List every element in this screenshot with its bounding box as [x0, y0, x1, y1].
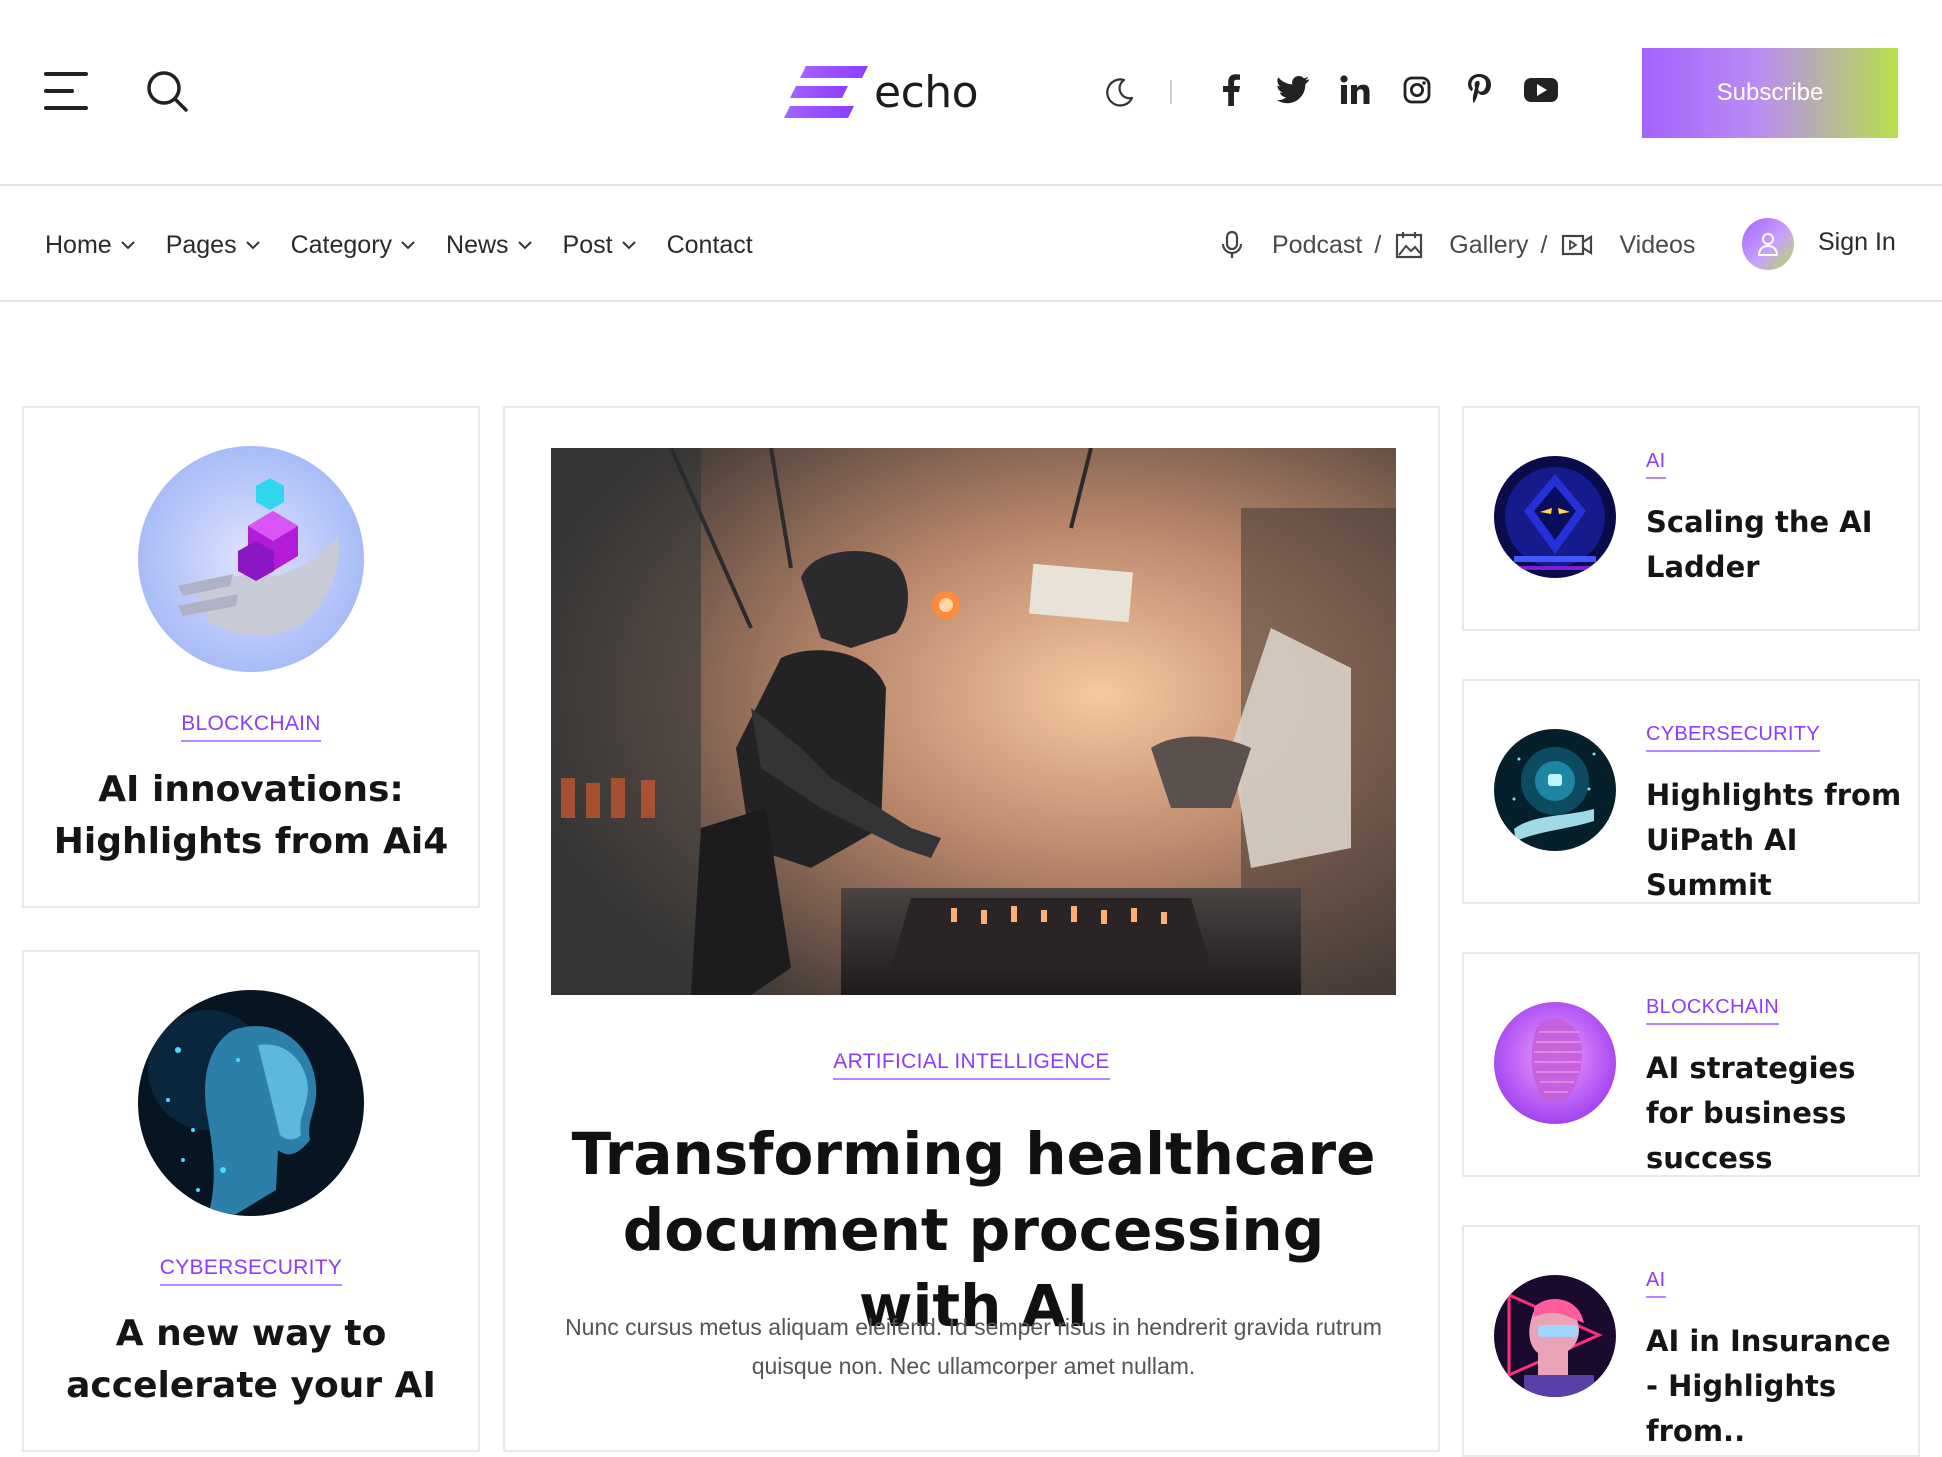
- chevron-down-icon: [401, 241, 415, 250]
- chevron-down-icon: [517, 241, 532, 250]
- gallery-link[interactable]: Gallery: [1395, 230, 1528, 260]
- category-link[interactable]: BLOCKCHAIN: [1646, 996, 1780, 1025]
- podcast-link[interactable]: Podcast: [1218, 230, 1362, 260]
- post-card: AI Scaling the AI Ladder: [1462, 406, 1920, 631]
- post-card: CYBERSECURITY A new way to accelerate yo…: [22, 950, 480, 1452]
- featured-post: ARTIFICIAL INTELLIGENCE Transforming hea…: [503, 406, 1440, 1452]
- nav-item-label: Home: [45, 230, 112, 259]
- moon-icon[interactable]: [1104, 76, 1136, 108]
- category-link[interactable]: ARTIFICIAL INTELLIGENCE: [833, 1050, 1110, 1080]
- podcast-label: Podcast: [1272, 230, 1363, 259]
- separator: /: [1540, 230, 1548, 259]
- menu-icon[interactable]: [44, 70, 88, 112]
- user-icon: [1757, 233, 1779, 256]
- video-camera-icon: [1562, 234, 1593, 256]
- post-card: BLOCKCHAIN AI strategies for business su…: [1462, 952, 1920, 1177]
- microphone-icon: [1221, 230, 1243, 258]
- nav-item-label: Post: [562, 230, 613, 259]
- site-logo[interactable]: echo: [784, 62, 979, 122]
- separator: /: [1374, 230, 1382, 259]
- post-card: BLOCKCHAIN AI innovations: Highlights fr…: [22, 406, 480, 908]
- nav-menu: Home Pages Category News Post Contact: [45, 188, 783, 302]
- post-card: CYBERSECURITY Highlights from UiPath AI …: [1462, 679, 1920, 904]
- post-title[interactable]: AI innovations: Highlights from Ai4: [24, 764, 478, 868]
- post-thumbnail[interactable]: [138, 990, 364, 1216]
- post-thumbnail[interactable]: [1494, 1002, 1616, 1124]
- nav-item-label: News: [446, 230, 509, 259]
- post-thumbnail[interactable]: [1494, 1275, 1616, 1397]
- featured-excerpt: Nunc cursus metus aliquam eleifend. Id s…: [565, 1314, 1382, 1379]
- top-header: echo Subscribe: [0, 0, 1942, 186]
- social-links: [1200, 70, 1572, 110]
- category-link[interactable]: AI: [1646, 1269, 1666, 1298]
- category-link[interactable]: BLOCKCHAIN: [181, 712, 321, 742]
- twitter-icon[interactable]: [1262, 70, 1324, 110]
- search-icon[interactable]: [144, 68, 190, 114]
- user-avatar[interactable]: [1742, 218, 1794, 270]
- header-divider: [1170, 80, 1172, 104]
- logo-text: echo: [874, 66, 979, 118]
- logo-mark-icon: [784, 66, 868, 118]
- nav-item-pages[interactable]: Pages: [166, 231, 261, 260]
- pinterest-icon[interactable]: [1448, 70, 1510, 110]
- nav-item-contact[interactable]: Contact: [667, 231, 753, 260]
- post-thumbnail[interactable]: [138, 446, 364, 672]
- videos-label: Videos: [1619, 230, 1696, 259]
- chevron-down-icon: [245, 241, 260, 250]
- post-title[interactable]: AI strategies for business success: [1646, 1046, 1906, 1181]
- main-nav: Home Pages Category News Post Contact Po…: [0, 188, 1942, 302]
- nav-item-news[interactable]: News: [446, 231, 533, 260]
- nav-item-post[interactable]: Post: [563, 231, 637, 260]
- instagram-icon[interactable]: [1386, 70, 1448, 110]
- subscribe-button[interactable]: Subscribe: [1642, 48, 1898, 138]
- nav-item-label: Pages: [165, 230, 237, 259]
- post-thumbnail[interactable]: [1494, 729, 1616, 851]
- gallery-icon: [1396, 232, 1423, 259]
- youtube-icon[interactable]: [1510, 70, 1572, 110]
- nav-item-home[interactable]: Home: [45, 231, 136, 260]
- category-link[interactable]: CYBERSECURITY: [159, 1256, 343, 1286]
- post-title[interactable]: A new way to accelerate your AI: [24, 1308, 478, 1412]
- nav-item-label: Category: [290, 230, 393, 259]
- nav-item-label: Contact: [666, 230, 753, 259]
- post-title[interactable]: AI in Insurance - Highlights from..: [1646, 1319, 1906, 1454]
- post-title[interactable]: Scaling the AI Ladder: [1646, 500, 1906, 590]
- post-card: AI AI in Insurance - Highlights from..: [1462, 1225, 1920, 1457]
- post-title[interactable]: Highlights from UiPath AI Summit: [1646, 773, 1906, 908]
- videos-link[interactable]: Videos: [1561, 231, 1695, 260]
- gallery-label: Gallery: [1449, 230, 1529, 259]
- post-thumbnail[interactable]: [1494, 456, 1616, 578]
- category-link[interactable]: AI: [1646, 450, 1666, 479]
- linkedin-icon[interactable]: [1324, 70, 1386, 110]
- chevron-down-icon: [621, 241, 636, 250]
- media-links: Podcast / Gallery / Videos: [1218, 188, 1695, 302]
- category-link[interactable]: CYBERSECURITY: [1646, 723, 1820, 752]
- nav-item-category[interactable]: Category: [291, 231, 416, 260]
- chevron-down-icon: [120, 241, 135, 250]
- featured-image[interactable]: [551, 448, 1396, 995]
- sign-in-link[interactable]: Sign In: [1818, 228, 1896, 257]
- facebook-icon[interactable]: [1200, 70, 1262, 110]
